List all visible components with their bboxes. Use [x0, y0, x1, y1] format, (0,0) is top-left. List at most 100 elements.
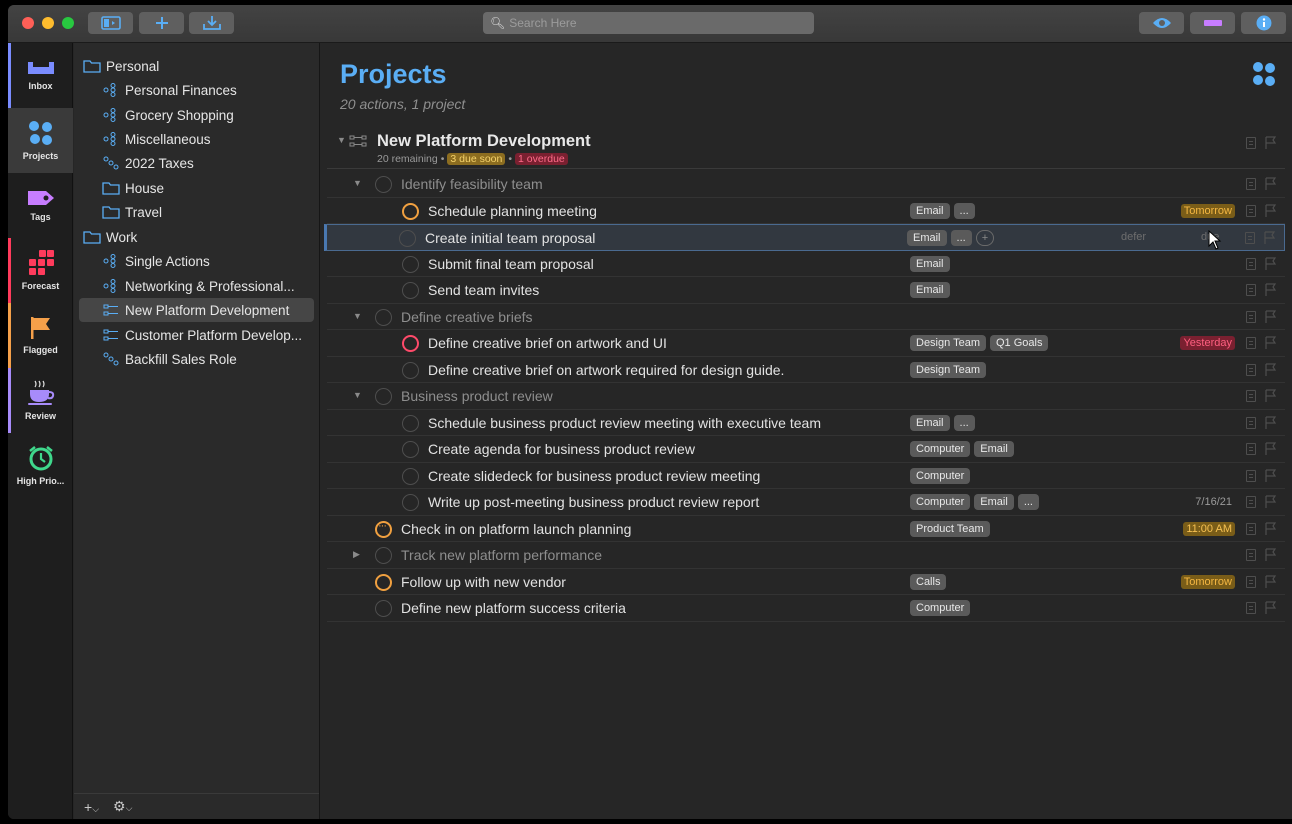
- task-row[interactable]: Send team invites Email: [327, 277, 1285, 304]
- sidebar-project-personal-finances[interactable]: Personal Finances: [101, 78, 339, 102]
- flag-icon[interactable]: [1265, 362, 1277, 377]
- sidebar-project-2022-taxes[interactable]: 2022 Taxes: [101, 151, 339, 175]
- minimize-window-button[interactable]: [42, 17, 54, 29]
- toggle-sidebar-button[interactable]: [88, 12, 133, 34]
- task-row[interactable]: Schedule business product review meeting…: [327, 410, 1285, 436]
- flag-icon[interactable]: [1265, 548, 1277, 562]
- note-icon[interactable]: [1246, 284, 1256, 296]
- task-title[interactable]: Submit final team proposal: [428, 256, 594, 272]
- zoom-window-button[interactable]: [62, 17, 74, 29]
- task-title[interactable]: Create slidedeck for business product re…: [428, 468, 760, 484]
- search-field[interactable]: 🔍︎: [483, 12, 814, 34]
- perspective-projects[interactable]: Projects: [8, 108, 73, 173]
- note-icon[interactable]: [1246, 496, 1256, 508]
- perspective-tags[interactable]: Tags: [8, 173, 73, 238]
- task-title[interactable]: Send team invites: [428, 282, 539, 298]
- sidebar-project-new-platform-development[interactable]: New Platform Development: [79, 298, 314, 322]
- task-title[interactable]: Business product review: [401, 388, 553, 404]
- flag-icon[interactable]: [1265, 521, 1277, 536]
- status-circle[interactable]: [375, 176, 392, 193]
- flag-icon[interactable]: [1265, 177, 1277, 191]
- note-icon[interactable]: [1246, 363, 1256, 376]
- flag-icon[interactable]: [1265, 415, 1277, 430]
- add-tag-button[interactable]: +: [975, 230, 995, 246]
- sidebar-project-customer-platform[interactable]: Customer Platform Develop...: [101, 323, 315, 347]
- note-icon[interactable]: [1246, 575, 1256, 588]
- task-title[interactable]: Define new platform success criteria: [401, 600, 626, 616]
- task-title[interactable]: Check in on platform launch planning: [401, 521, 631, 537]
- flag-icon[interactable]: [1265, 136, 1277, 150]
- disclosure-expanded-icon[interactable]: ▼: [353, 178, 362, 188]
- status-circle[interactable]: [402, 255, 419, 273]
- note-icon[interactable]: [1246, 522, 1256, 535]
- flag-icon[interactable]: [1265, 256, 1277, 271]
- due-date-badge[interactable]: Tomorrow: [1180, 574, 1235, 589]
- note-icon[interactable]: [1246, 549, 1256, 561]
- perspective-high-priority[interactable]: High Prio...: [8, 433, 73, 498]
- defer-date-field[interactable]: defer: [1121, 231, 1146, 243]
- status-circle[interactable]: [402, 202, 419, 220]
- note-icon[interactable]: [1246, 257, 1256, 270]
- note-icon[interactable]: [1246, 469, 1256, 482]
- note-icon[interactable]: [1246, 416, 1256, 429]
- task-title[interactable]: Schedule business product review meeting…: [428, 415, 821, 431]
- status-circle[interactable]: [402, 441, 419, 458]
- action-group-row[interactable]: ▼ Business product review: [327, 383, 1285, 410]
- flag-icon[interactable]: [1265, 442, 1277, 456]
- tag-chip[interactable]: ...: [950, 230, 972, 246]
- sidebar-folder-travel[interactable]: Travel: [101, 200, 339, 224]
- view-options-button[interactable]: [1139, 12, 1184, 34]
- tag-chip[interactable]: Computer: [910, 600, 971, 616]
- sidebar-project-grocery-shopping[interactable]: Grocery Shopping: [101, 103, 339, 127]
- note-icon[interactable]: [1246, 337, 1256, 349]
- perspective-flagged[interactable]: Flagged: [8, 303, 73, 368]
- tag-chip[interactable]: Email: [910, 414, 950, 431]
- perspective-review[interactable]: Review: [8, 368, 73, 433]
- due-date-badge[interactable]: Yesterday: [1180, 336, 1235, 350]
- note-icon[interactable]: [1246, 178, 1256, 190]
- sidebar-project-networking[interactable]: Networking & Professional...: [101, 274, 315, 298]
- task-row[interactable]: Follow up with new vendor Calls Tomorrow: [327, 569, 1285, 595]
- flag-icon[interactable]: [1265, 574, 1277, 589]
- tag-chip[interactable]: Email: [907, 230, 947, 246]
- flag-icon[interactable]: [1264, 231, 1276, 245]
- tag-chip[interactable]: Computer: [910, 467, 971, 484]
- status-circle[interactable]: [402, 335, 419, 352]
- status-circle[interactable]: [375, 600, 392, 617]
- tag-chip[interactable]: Product Team: [910, 520, 990, 537]
- task-title[interactable]: Write up post-meeting business product r…: [428, 494, 759, 510]
- due-date-badge[interactable]: 7/16/21: [1192, 495, 1235, 509]
- perspective-inbox[interactable]: Inbox: [8, 43, 73, 108]
- focus-button[interactable]: [1190, 12, 1235, 34]
- status-circle[interactable]: [375, 573, 392, 591]
- note-icon[interactable]: [1245, 232, 1255, 244]
- status-circle[interactable]: [375, 547, 392, 564]
- status-circle[interactable]: [375, 308, 392, 326]
- task-row[interactable]: Schedule planning meeting Email... Tomorro…: [327, 198, 1285, 224]
- new-item-button[interactable]: [139, 12, 184, 34]
- close-window-button[interactable]: [22, 17, 34, 29]
- flag-icon[interactable]: [1265, 203, 1277, 218]
- note-icon[interactable]: [1246, 602, 1256, 614]
- project-title[interactable]: New Platform Development: [377, 132, 591, 151]
- task-title[interactable]: Create initial team proposal: [425, 230, 595, 246]
- task-row[interactable]: Create initial team proposal Email... + def…: [324, 224, 1285, 251]
- flag-icon[interactable]: [1265, 468, 1277, 483]
- task-title[interactable]: Identify feasibility team: [401, 176, 543, 192]
- note-icon[interactable]: [1246, 390, 1256, 402]
- task-row[interactable]: Submit final team proposal Email: [327, 251, 1285, 277]
- task-title[interactable]: Track new platform performance: [401, 547, 602, 563]
- tag-chip[interactable]: Design Team: [910, 361, 986, 378]
- note-icon[interactable]: [1246, 137, 1256, 149]
- task-title[interactable]: Define creative brief on artwork and UI: [428, 335, 667, 351]
- sidebar-folder-personal[interactable]: Personal: [82, 54, 320, 78]
- task-title[interactable]: Follow up with new vendor: [401, 574, 566, 590]
- flag-icon[interactable]: [1265, 495, 1277, 509]
- sidebar-folder-house[interactable]: House: [101, 176, 339, 200]
- quick-entry-button[interactable]: [189, 12, 234, 34]
- disclosure-triangle-icon[interactable]: ▼: [337, 135, 346, 145]
- status-circle[interactable]: [402, 361, 419, 379]
- disclosure-collapsed-icon[interactable]: ▶: [353, 549, 360, 560]
- tag-chip[interactable]: Email: [974, 441, 1014, 457]
- note-icon[interactable]: [1246, 310, 1256, 323]
